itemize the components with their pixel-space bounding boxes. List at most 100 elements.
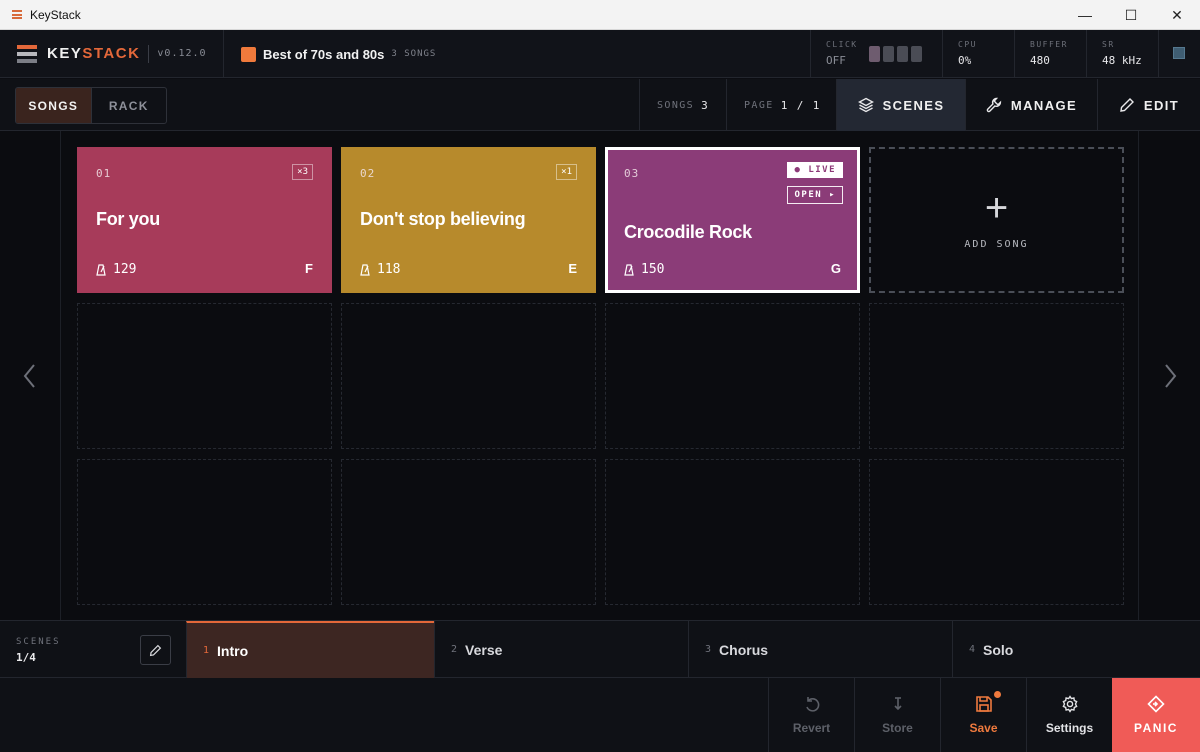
empty-slot[interactable] <box>341 459 596 605</box>
gear-icon <box>1061 695 1078 713</box>
minimize-button[interactable]: — <box>1062 0 1108 30</box>
page-value: 1 / 1 <box>780 98 821 112</box>
song-bpm: 118 <box>360 262 400 277</box>
mode-rack-button[interactable]: RACK <box>90 88 167 123</box>
song-bpm-value: 118 <box>377 262 401 277</box>
pencil-icon <box>149 644 162 656</box>
song-bpm-value: 150 <box>641 262 665 277</box>
scene-tab-intro[interactable]: 1 Intro <box>186 621 434 678</box>
brand-key: KEY <box>47 45 83 62</box>
song-grid: 01 ×3 For you 129 F 02 ×1 Don't stop bel… <box>0 131 1200 620</box>
scene-tab-chorus[interactable]: 3 Chorus <box>688 621 952 678</box>
unsaved-indicator-dot <box>994 691 1001 698</box>
song-bpm: 150 <box>624 262 664 277</box>
click-value: OFF <box>826 54 846 67</box>
empty-slot[interactable] <box>869 459 1124 605</box>
store-label: Store <box>882 721 913 735</box>
scenes-button[interactable]: SCENES <box>837 79 965 131</box>
logo-icon <box>17 44 37 63</box>
buffer-stat: BUFFER 480 <box>1030 40 1068 67</box>
scenes-button-label: SCENES <box>882 97 945 113</box>
settings-button[interactable]: Settings <box>1026 678 1112 752</box>
song-bpm-value: 129 <box>113 262 137 277</box>
open-song-button[interactable]: OPEN ▸ <box>787 186 843 204</box>
song-title: Crocodile Rock <box>624 222 752 242</box>
song-number: 03 <box>624 167 640 180</box>
status-led-icon <box>1173 47 1185 59</box>
mode-toggle: SONGS RACK <box>15 87 167 124</box>
footer-actions: Revert Store Save Settings PANIC <box>0 678 1200 752</box>
edit-scenes-button[interactable] <box>140 635 171 665</box>
metronome-icon <box>360 263 370 276</box>
scene-name: Verse <box>465 641 503 658</box>
window-controls: — ☐ ✕ <box>1062 0 1200 30</box>
panic-label: PANIC <box>1134 721 1178 735</box>
setlist-selector[interactable]: Best of 70s and 80s 3 SONGS <box>241 30 436 78</box>
edit-button-label: EDIT <box>1143 97 1180 113</box>
panic-diamond-icon <box>1147 695 1165 713</box>
cpu-value: 0% <box>958 54 972 67</box>
sample-rate-value: 48 kHz <box>1102 54 1142 67</box>
song-key: G <box>830 261 841 276</box>
song-tile-live[interactable]: 03 ● LIVE OPEN ▸ Crocodile Rock 150 G <box>605 147 860 293</box>
sample-rate-label: SR <box>1102 40 1115 49</box>
scene-number: 1 <box>203 645 210 656</box>
save-label: Save <box>969 721 998 735</box>
scene-tab-verse[interactable]: 2 Verse <box>434 621 688 678</box>
song-key: E <box>568 261 577 276</box>
empty-slot[interactable] <box>77 303 332 449</box>
metronome-icon <box>624 263 634 276</box>
add-song-button[interactable]: + ADD SONG <box>869 147 1124 293</box>
scene-number: 4 <box>969 644 976 655</box>
song-play-count-badge: ×3 <box>292 164 313 180</box>
scene-name: Solo <box>983 641 1014 658</box>
wrench-icon <box>986 97 1002 113</box>
empty-slot[interactable] <box>341 303 596 449</box>
cpu-stat: CPU 0% <box>958 40 977 67</box>
scene-name: Chorus <box>719 641 769 658</box>
next-page-button[interactable] <box>1138 131 1200 620</box>
scenes-position: 1/4 <box>16 651 36 664</box>
save-button[interactable]: Save <box>940 678 1026 752</box>
setlist-name: Best of 70s and 80s <box>263 46 385 62</box>
page-info: PAGE 1 / 1 <box>744 79 821 131</box>
empty-slot[interactable] <box>605 459 860 605</box>
close-button[interactable]: ✕ <box>1154 0 1200 30</box>
pencil-icon <box>1120 98 1134 112</box>
panic-button[interactable]: PANIC <box>1112 678 1200 752</box>
toolbar: SONGS RACK SONGS 3 PAGE 1 / 1 SCENES MAN… <box>0 79 1200 131</box>
setlist-song-count: 3 SONGS <box>391 49 437 59</box>
buffer-value: 480 <box>1030 54 1050 67</box>
empty-slot[interactable] <box>869 303 1124 449</box>
song-tile[interactable]: 02 ×1 Don't stop believing 118 E <box>341 147 596 293</box>
live-badge: ● LIVE <box>787 162 843 178</box>
metronome-icon <box>96 263 106 276</box>
song-number: 02 <box>360 167 376 180</box>
manage-button-label: MANAGE <box>1010 97 1078 113</box>
undo-icon <box>805 697 819 712</box>
manage-button[interactable]: MANAGE <box>966 79 1097 131</box>
song-tile[interactable]: 01 ×3 For you 129 F <box>77 147 332 293</box>
revert-button[interactable]: Revert <box>768 678 854 752</box>
setlist-color-swatch <box>241 46 256 62</box>
songs-count-label: SONGS <box>657 99 695 111</box>
scenes-bar: SCENES 1/4 1 Intro 2 Verse 3 Chorus 4 So… <box>0 620 1200 678</box>
store-down-icon <box>893 697 902 711</box>
scenes-label: SCENES <box>16 637 61 647</box>
chevron-right-icon <box>1164 363 1176 388</box>
scene-number: 3 <box>705 644 712 655</box>
edit-button[interactable]: EDIT <box>1098 79 1200 131</box>
buffer-label: BUFFER <box>1030 40 1068 49</box>
add-song-label: ADD SONG <box>964 238 1029 250</box>
mode-songs-button[interactable]: SONGS <box>16 88 91 123</box>
prev-page-button[interactable] <box>0 131 61 620</box>
empty-slot[interactable] <box>77 459 332 605</box>
maximize-button[interactable]: ☐ <box>1108 0 1154 30</box>
song-title: Don't stop believing <box>360 209 526 229</box>
store-button[interactable]: Store <box>854 678 940 752</box>
click-stat[interactable]: CLICK OFF <box>826 40 858 67</box>
empty-slot[interactable] <box>605 303 860 449</box>
scene-tab-solo[interactable]: 4 Solo <box>952 621 1200 678</box>
songs-count-value: 3 <box>701 98 710 112</box>
click-beat-indicators <box>869 46 922 62</box>
